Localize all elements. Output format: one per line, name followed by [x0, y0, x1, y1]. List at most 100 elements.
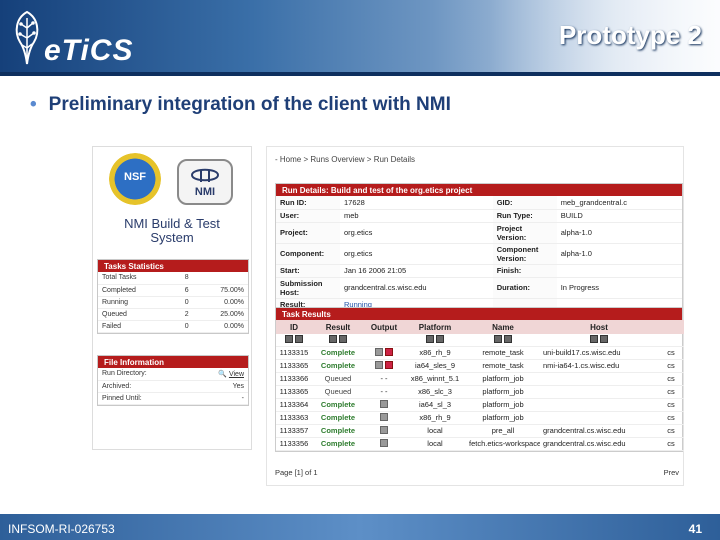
stats-label: Total Tasks: [98, 272, 172, 285]
output-file-icon[interactable]: [375, 360, 383, 369]
stats-count: 0: [171, 320, 193, 333]
output-file-icon[interactable]: [380, 438, 388, 447]
results-header-row: ID Result Output Platform Name Host: [276, 320, 684, 334]
task-host: grandcentral.cs.wisc.edu: [540, 437, 658, 451]
logo-text: eTiCS: [44, 34, 134, 67]
run-details-row: User: meb Run Type: BUILD: [276, 209, 682, 223]
stats-row: Running 0 0.00%: [98, 296, 248, 309]
run-details-heading: Run Details: Build and test of the org.e…: [276, 184, 682, 196]
task-id: 1133357: [276, 424, 312, 438]
run-detail-value: In Progress: [556, 277, 682, 299]
table-row[interactable]: 1133363 Complete x86_rh_9 platform_job cs: [276, 411, 684, 425]
task-name: platform_job: [466, 372, 540, 386]
output-file-icon[interactable]: [380, 399, 388, 408]
table-row[interactable]: 1133366 Queued - - x86_winnt_5.1 platform_jo…: [276, 372, 684, 386]
run-detail-value: Jan 16 2006 21:05: [340, 264, 493, 278]
run-detail-value: alpha-1.0: [556, 243, 682, 265]
task-result: Complete: [312, 346, 364, 360]
output-file-icon[interactable]: [380, 425, 388, 434]
stats-percent: 0.00%: [192, 296, 248, 309]
task-host: [540, 385, 658, 399]
task-extra: cs: [658, 424, 684, 438]
task-id: 1133365: [276, 385, 312, 399]
stats-percent: 0.00%: [192, 320, 248, 333]
table-row[interactable]: 1133364 Complete ia64_sl_3 platform_job cs: [276, 398, 684, 412]
pagination[interactable]: Page [1] of 1: [275, 468, 318, 477]
task-id: 1133366: [276, 372, 312, 386]
table-row[interactable]: 1133356 Complete local fetch.etics-workspac…: [276, 437, 684, 451]
col-name[interactable]: Name: [466, 320, 540, 334]
filter-clear-icon[interactable]: [600, 334, 608, 343]
task-host: nmi-ia64-1.cs.wisc.edu: [540, 359, 658, 373]
stats-row: Queued 2 25.00%: [98, 308, 248, 321]
footer-project-id: INFSOM-RI-026753: [8, 522, 115, 536]
output-file-icon[interactable]: [380, 412, 388, 421]
run-detail-value: [556, 264, 682, 278]
col-output[interactable]: Output: [364, 320, 404, 334]
run-detail-value: alpha-1.0: [556, 222, 682, 244]
prev-link[interactable]: Prev: [664, 468, 679, 477]
run-detail-key: Submission Host:: [276, 277, 340, 299]
stats-row: Failed 0 0.00%: [98, 320, 248, 333]
etics-logo-icon: [15, 10, 39, 65]
output-file-icon[interactable]: [375, 347, 383, 356]
filter-dropdown-icon[interactable]: [329, 334, 337, 343]
task-platform: ia64_sl_3: [404, 398, 466, 412]
filter-clear-icon[interactable]: [295, 334, 303, 343]
filter-clear-icon[interactable]: [504, 334, 512, 343]
file-info-row: Archived: Yes: [98, 380, 248, 393]
table-row[interactable]: 1133365 Queued - - x86_slc_3 platform_job cs: [276, 385, 684, 399]
run-detail-key: Start:: [276, 264, 340, 278]
breadcrumb[interactable]: - Home > Runs Overview > Run Details: [275, 155, 415, 164]
task-platform: x86_rh_9: [404, 411, 466, 425]
col-result[interactable]: Result: [312, 320, 364, 334]
task-output: [364, 424, 404, 438]
task-extra: cs: [658, 411, 684, 425]
filter-clear-icon[interactable]: [339, 334, 347, 343]
run-details-row: Component: org.etics Component Version: alp…: [276, 243, 682, 265]
col-host[interactable]: Host: [540, 320, 658, 334]
filter-clear-icon[interactable]: [436, 334, 444, 343]
table-row[interactable]: 1133357 Complete local pre_all grandcentral.…: [276, 424, 684, 438]
task-platform: x86_slc_3: [404, 385, 466, 399]
task-extra: cs: [658, 385, 684, 399]
slide-title: Prototype 2: [558, 20, 702, 50]
stats-row: Completed 6 75.00%: [98, 284, 248, 297]
task-name: fetch.etics-workspace-...: [466, 437, 540, 451]
task-name: remote_task: [466, 359, 540, 373]
filter-dropdown-icon[interactable]: [494, 334, 502, 343]
task-extra: cs: [658, 372, 684, 386]
stats-count: 2: [171, 308, 193, 321]
run-detail-value: org.etics: [340, 222, 493, 244]
table-row[interactable]: 1133365 Complete ia64_sles_9 remote_task nmi…: [276, 359, 684, 373]
col-id[interactable]: ID: [276, 320, 312, 334]
task-result: Complete: [312, 411, 364, 425]
output-error-icon[interactable]: [385, 347, 393, 356]
task-result: Complete: [312, 398, 364, 412]
task-extra: cs: [658, 346, 684, 360]
filter-dropdown-icon[interactable]: [285, 334, 293, 343]
header-banner: eTiCS Prototype 2: [0, 0, 720, 76]
task-host: [540, 411, 658, 425]
task-platform: local: [404, 424, 466, 438]
task-result: Complete: [312, 437, 364, 451]
run-detail-value: BUILD: [556, 209, 682, 223]
bullet-text: Preliminary integration of the client wi…: [48, 94, 451, 115]
task-output: [364, 411, 404, 425]
output-error-icon[interactable]: [385, 360, 393, 369]
run-details-row: Run ID: 17628 GID: meb_grandcentral.c: [276, 196, 682, 210]
stats-count: 8: [171, 272, 193, 285]
run-detail-key: User:: [276, 209, 340, 223]
filter-dropdown-icon[interactable]: [426, 334, 434, 343]
view-link[interactable]: 🔍 View: [189, 368, 248, 381]
stats-count: 0: [171, 296, 193, 309]
col-platform[interactable]: Platform: [404, 320, 466, 334]
run-details-row: Submission Host: grandcentral.cs.wisc.edu…: [276, 277, 682, 299]
banner-rule: [0, 72, 720, 76]
file-info-row: Run Directory: 🔍 View: [98, 368, 248, 381]
task-output: [364, 359, 404, 373]
task-extra: cs: [658, 359, 684, 373]
task-output: - -: [364, 372, 404, 386]
filter-dropdown-icon[interactable]: [590, 334, 598, 343]
table-row[interactable]: 1133315 Complete x86_rh_9 remote_task uni-bu…: [276, 346, 684, 360]
